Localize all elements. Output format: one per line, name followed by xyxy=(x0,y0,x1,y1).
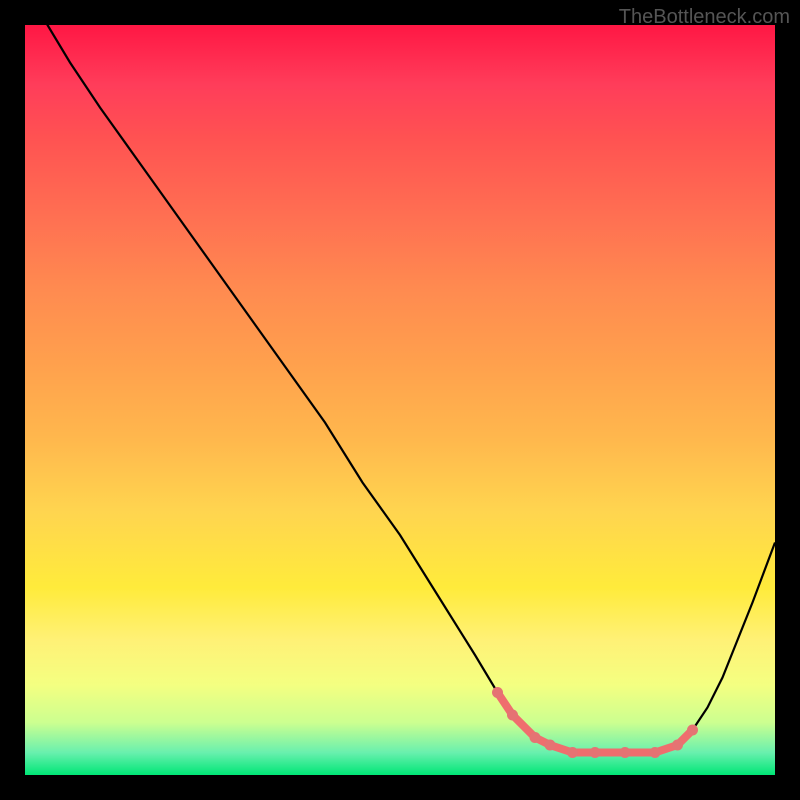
chart-gradient-background xyxy=(25,25,775,775)
highlight-dot xyxy=(492,687,503,698)
highlight-dot xyxy=(590,747,601,758)
highlight-dot xyxy=(620,747,631,758)
highlight-curve-path xyxy=(498,693,693,753)
highlight-dots-group xyxy=(492,687,698,758)
highlight-dot xyxy=(545,740,556,751)
highlight-dot xyxy=(530,732,541,743)
highlight-dot xyxy=(507,710,518,721)
highlight-dot xyxy=(567,747,578,758)
highlight-dot xyxy=(687,725,698,736)
highlight-dot xyxy=(650,747,661,758)
highlight-dot xyxy=(672,740,683,751)
watermark-text: TheBottleneck.com xyxy=(619,6,790,29)
chart-svg xyxy=(25,25,775,775)
bottleneck-curve-path xyxy=(25,25,775,753)
